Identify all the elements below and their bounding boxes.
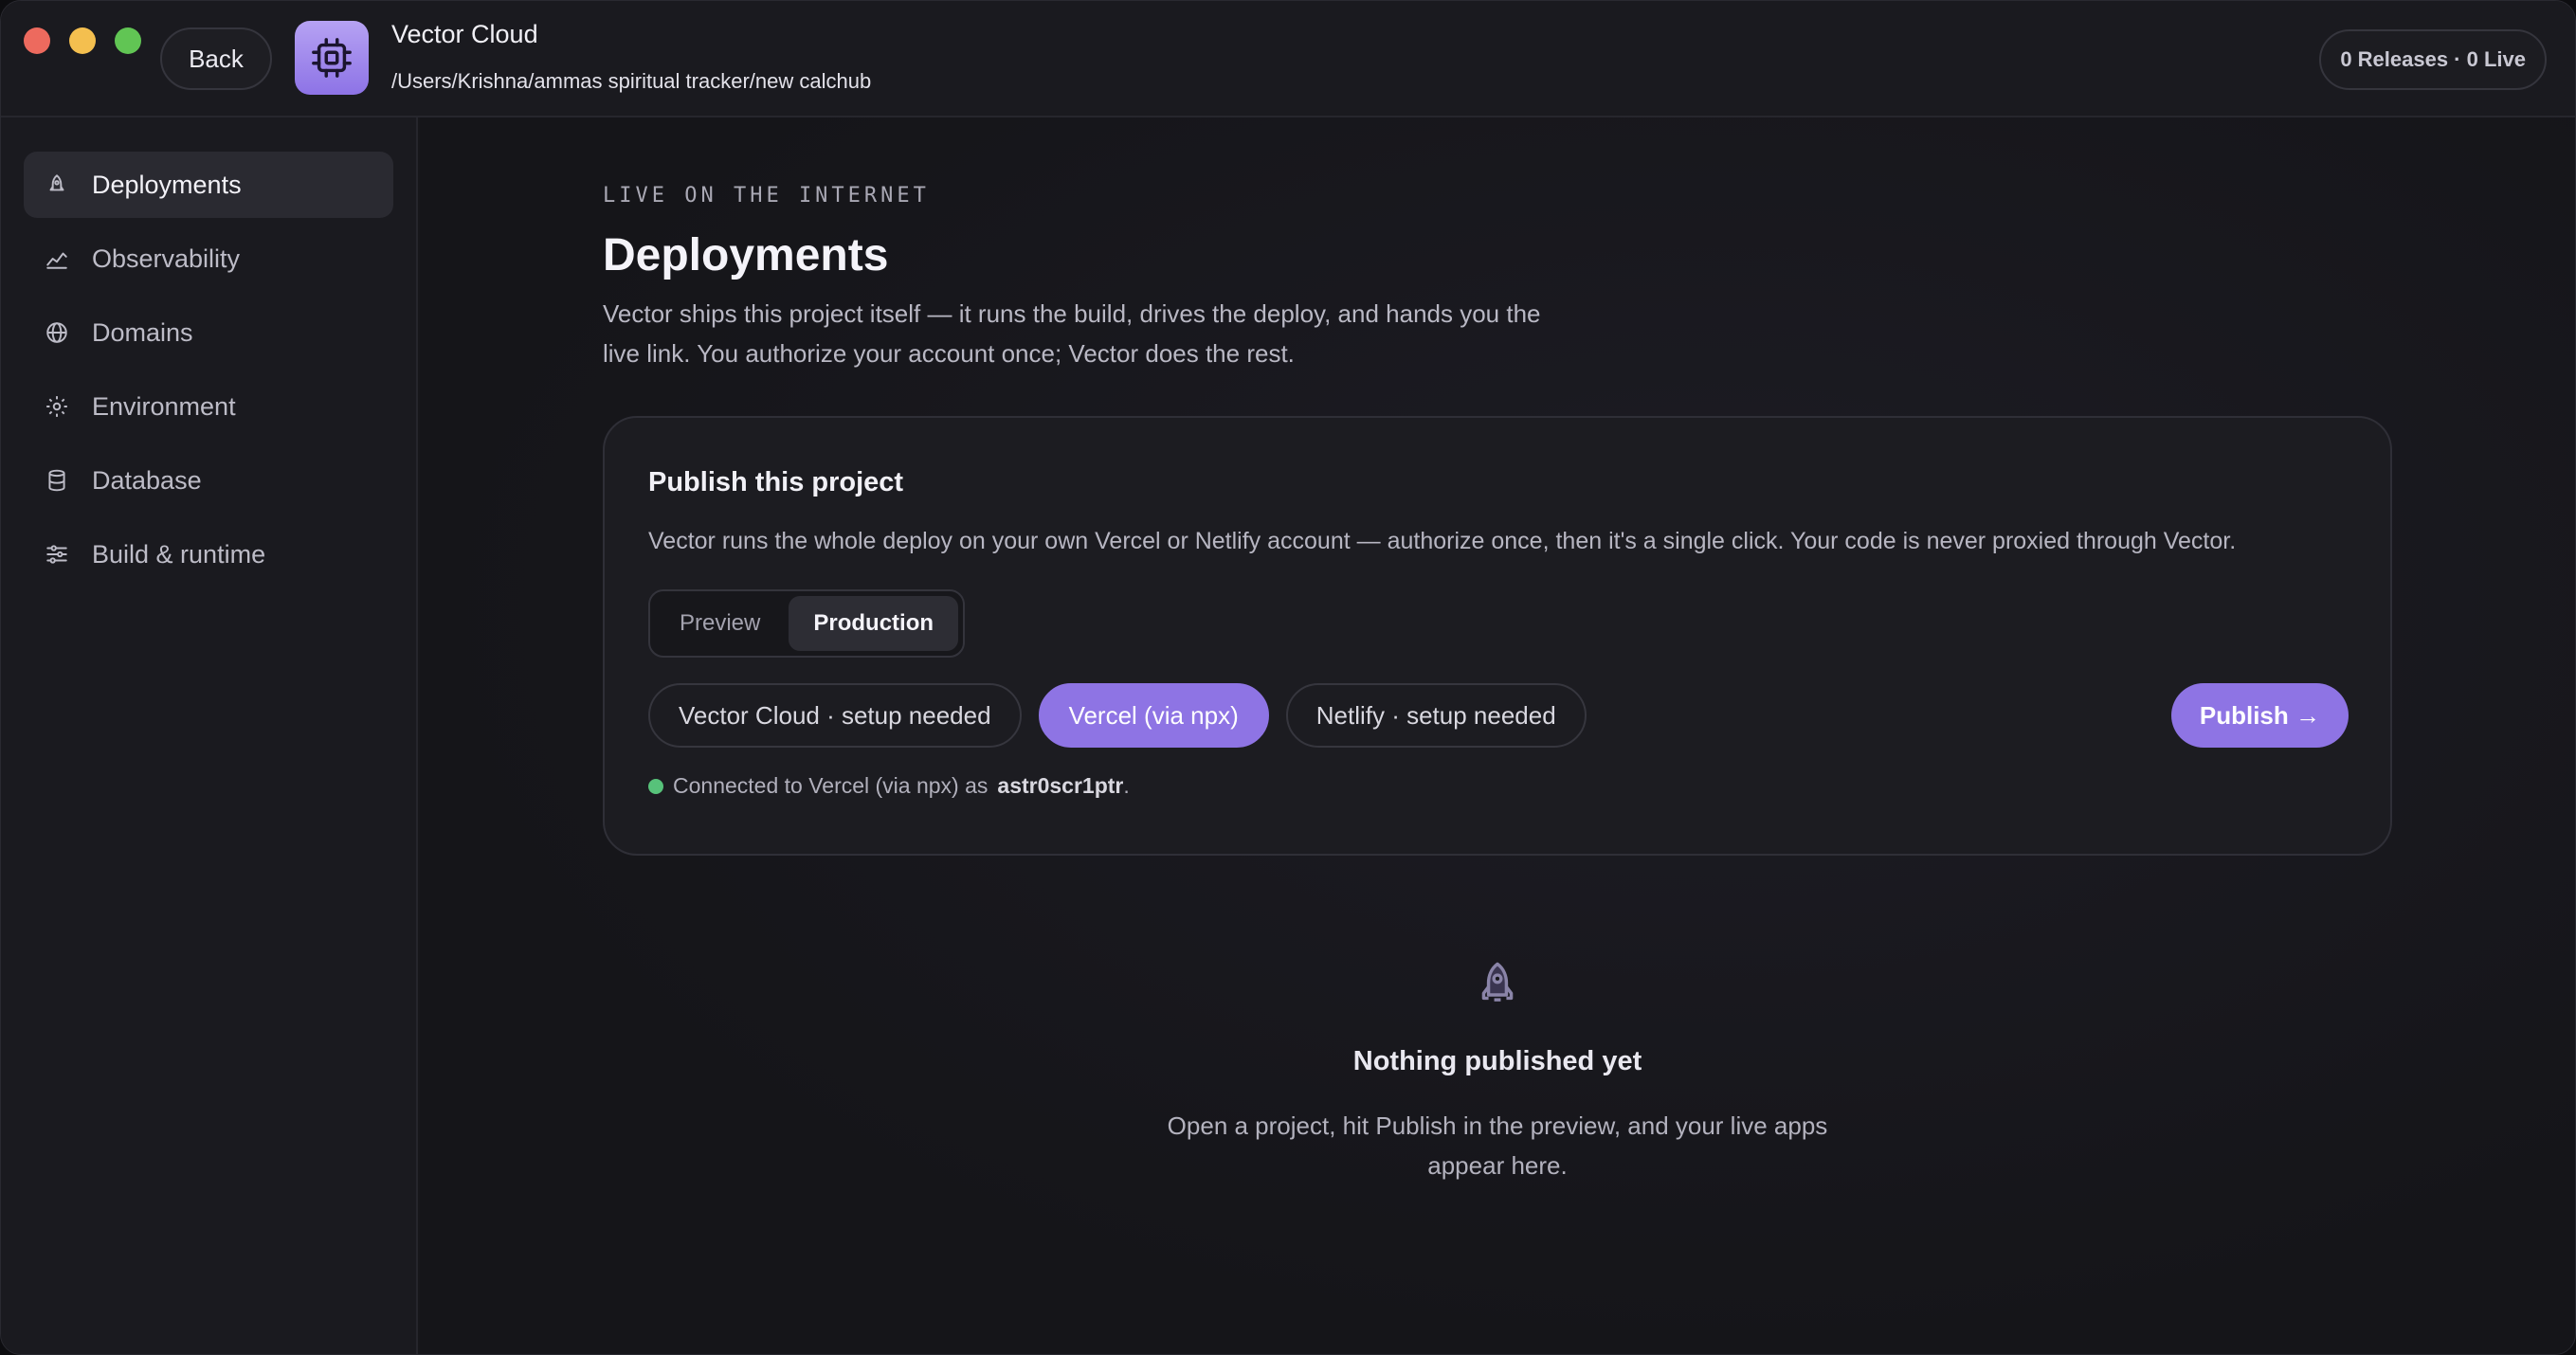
sidebar-item-environment[interactable]: Environment: [24, 373, 393, 440]
empty-state: Nothing published yet Open a project, hi…: [603, 961, 2392, 1185]
sidebar-item-deployments[interactable]: Deployments: [24, 152, 393, 218]
gear-icon: [45, 394, 69, 419]
chart-icon: [45, 246, 69, 271]
tab-production[interactable]: Production: [789, 596, 959, 651]
sidebar-item-build-runtime[interactable]: Build & runtime: [24, 521, 393, 587]
sidebar-item-domains[interactable]: Domains: [24, 299, 393, 366]
page-title: Deployments: [603, 230, 889, 280]
environment-toggle: Preview Production: [648, 589, 966, 658]
publish-card: Publish this project Vector runs the who…: [603, 416, 2392, 856]
rocket-icon: [603, 961, 2392, 1006]
sidebar-item-label: Domains: [92, 317, 193, 347]
section-eyebrow: LIVE ON THE INTERNET: [603, 184, 930, 208]
tab-preview[interactable]: Preview: [655, 596, 785, 651]
sidebar-item-label: Database: [92, 465, 202, 495]
chip-icon: [295, 21, 369, 95]
provider-vector-cloud-button[interactable]: Vector Cloud · setup needed: [648, 683, 1022, 748]
publish-button[interactable]: Publish →: [2170, 683, 2349, 748]
sidebar-item-label: Environment: [92, 391, 236, 421]
database-icon: [45, 468, 69, 493]
sidebar-item-label: Observability: [92, 244, 241, 273]
sliders-icon: [45, 542, 69, 567]
provider-selector: Vector Cloud · setup needed Vercel (via …: [648, 683, 1587, 748]
app-title: Vector Cloud: [391, 20, 538, 48]
globe-icon: [45, 320, 69, 345]
sidebar-item-label: Deployments: [92, 170, 242, 199]
status-username: astr0scr1ptr: [997, 773, 1124, 798]
close-window-button[interactable]: [24, 27, 50, 54]
window-controls: [24, 27, 141, 54]
title-bar: Back Vector Cloud /Users/Krishna/ammas s…: [1, 1, 2575, 117]
project-path: /Users/Krishna/ammas spiritual tracker/n…: [391, 69, 872, 93]
releases-summary-badge[interactable]: 0 Releases · 0 Live: [2319, 29, 2547, 90]
page-description: Vector ships this project itself — it ru…: [603, 299, 1541, 368]
publish-card-title: Publish this project: [648, 467, 904, 497]
main-content: LIVE ON THE INTERNET Deployments Vector …: [420, 117, 2575, 1354]
zoom-window-button[interactable]: [115, 27, 141, 54]
rocket-icon: [45, 172, 69, 197]
connection-status: Connected to Vercel (via npx) as astr0sc…: [648, 773, 1130, 799]
empty-state-description: Open a project, hit Publish in the previ…: [1167, 1111, 1828, 1180]
provider-vercel-button[interactable]: Vercel (via npx): [1038, 683, 1269, 748]
status-prefix: Connected to Vercel (via npx) as: [673, 773, 989, 798]
sidebar: Deployments Observability Domains Enviro…: [1, 117, 418, 1354]
app-window: Back Vector Cloud /Users/Krishna/ammas s…: [0, 0, 2576, 1355]
minimize-window-button[interactable]: [69, 27, 96, 54]
status-suffix: .: [1123, 773, 1130, 798]
back-button[interactable]: Back: [160, 27, 272, 90]
publish-card-description: Vector runs the whole deploy on your own…: [648, 528, 2237, 554]
empty-state-title: Nothing published yet: [1352, 1046, 1642, 1076]
sidebar-item-label: Build & runtime: [92, 539, 266, 569]
sidebar-item-observability[interactable]: Observability: [24, 226, 393, 292]
provider-netlify-button[interactable]: Netlify · setup needed: [1285, 683, 1587, 748]
status-dot-icon: [648, 778, 663, 794]
sidebar-item-database[interactable]: Database: [24, 447, 393, 514]
